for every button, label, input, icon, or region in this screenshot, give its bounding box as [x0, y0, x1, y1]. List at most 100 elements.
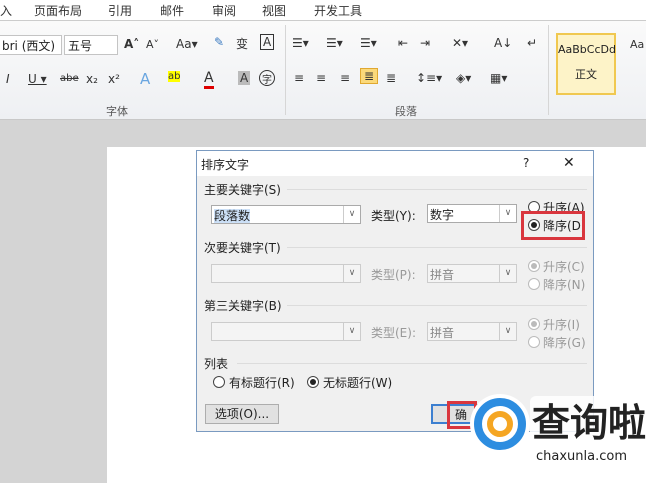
- style-normal[interactable]: AaBbCcDd 正文: [556, 33, 616, 95]
- primary-type-value: 数字: [430, 208, 455, 222]
- divider: [287, 247, 587, 248]
- divider: [287, 189, 587, 190]
- tertiary-type-label: 类型(E):: [371, 326, 416, 340]
- justify-icon[interactable]: ≣: [360, 68, 379, 84]
- char-shading-icon[interactable]: A: [238, 71, 251, 85]
- sort-icon[interactable]: A↓: [494, 36, 512, 50]
- secondary-asc-label: 升序(C): [543, 260, 585, 274]
- tab-page-layout[interactable]: 页面布局: [34, 2, 82, 19]
- divider: [285, 25, 286, 115]
- list-label: 列表: [204, 357, 229, 371]
- divider: [548, 25, 549, 115]
- close-button[interactable]: ✕: [563, 155, 575, 171]
- chevron-down-icon: ∨: [343, 323, 360, 340]
- svg-text:查询啦: 查询啦: [532, 401, 646, 445]
- tertiary-desc-radio[interactable]: [528, 336, 540, 348]
- chevron-down-icon: ∨: [499, 205, 516, 222]
- paragraph-group-label: 段落: [395, 105, 417, 118]
- text-effects-icon[interactable]: A: [140, 70, 150, 88]
- tertiary-key-label: 第三关键字(B): [204, 299, 282, 313]
- secondary-type-select[interactable]: 拼音 ∨: [427, 264, 517, 283]
- primary-type-select[interactable]: 数字 ∨: [427, 204, 517, 223]
- enclose-char-icon[interactable]: 字: [259, 70, 275, 86]
- options-button[interactable]: 选项(O)...: [205, 404, 279, 424]
- dialog-titlebar: 排序文字 ? ✕: [197, 151, 593, 176]
- tertiary-key-select[interactable]: ∨: [211, 322, 361, 341]
- underline-icon[interactable]: U ▾: [28, 72, 47, 86]
- decrease-indent-icon[interactable]: ⇤: [398, 36, 408, 50]
- style-preview: AaBbCcDd: [558, 43, 616, 56]
- header-row-radio[interactable]: [213, 376, 225, 388]
- chevron-down-icon: ∨: [499, 323, 516, 340]
- style-next[interactable]: Aa: [630, 38, 644, 51]
- font-size-select[interactable]: 五号: [64, 35, 118, 55]
- primary-type-label: 类型(Y):: [371, 209, 416, 223]
- multilevel-list-icon[interactable]: ☰▾: [360, 36, 377, 50]
- header-row-label: 有标题行(R): [229, 376, 295, 390]
- strikethrough-icon[interactable]: abe: [60, 73, 79, 84]
- borders-icon[interactable]: ▦▾: [490, 71, 507, 85]
- watermark-logo: 查询啦 chaxunla.com: [470, 394, 646, 474]
- superscript-icon[interactable]: x²: [108, 72, 120, 86]
- no-header-row-label: 无标题行(W): [323, 376, 393, 390]
- tertiary-desc-label: 降序(G): [543, 336, 586, 350]
- chinese-layout-icon[interactable]: ✕▾: [452, 36, 468, 50]
- align-right-icon[interactable]: ≡: [340, 71, 350, 85]
- phonetic-guide-icon[interactable]: 变: [236, 35, 248, 52]
- tab-developer[interactable]: 开发工具: [314, 2, 362, 19]
- style-name: 正文: [575, 68, 597, 81]
- primary-key-value: 段落数: [214, 209, 251, 223]
- chevron-down-icon: ∨: [499, 265, 516, 282]
- font-name-select[interactable]: bri (西文): [0, 35, 62, 55]
- secondary-asc-radio[interactable]: [528, 260, 540, 272]
- tab-insert[interactable]: 入: [0, 2, 12, 19]
- tertiary-asc-radio[interactable]: [528, 318, 540, 330]
- grow-font-icon[interactable]: A˄: [124, 37, 139, 51]
- secondary-type-value: 拼音: [430, 268, 455, 282]
- tertiary-type-select[interactable]: 拼音 ∨: [427, 322, 517, 341]
- tab-view[interactable]: 视图: [262, 2, 286, 19]
- shading-icon[interactable]: ◈▾: [456, 71, 471, 85]
- secondary-type-label: 类型(P):: [371, 268, 416, 282]
- font-color-icon[interactable]: A: [204, 70, 214, 89]
- dialog-title: 排序文字: [201, 158, 250, 172]
- tertiary-asc-label: 升序(I): [543, 318, 580, 332]
- sort-text-dialog: 排序文字 ? ✕ 主要关键字(S) 段落数 ∨ 类型(Y): 数字 ∨ 升序(A) …: [196, 150, 594, 432]
- divider: [287, 305, 587, 306]
- distributed-icon[interactable]: ≣: [386, 71, 396, 85]
- help-button[interactable]: ?: [523, 156, 529, 170]
- tab-mailings[interactable]: 邮件: [160, 2, 184, 19]
- divider: [237, 363, 587, 364]
- svg-text:chaxunla.com: chaxunla.com: [536, 449, 627, 464]
- highlight-box: [521, 211, 585, 240]
- tab-references[interactable]: 引用: [108, 2, 132, 19]
- align-left-icon[interactable]: ≡: [294, 71, 304, 85]
- numbering-icon[interactable]: ☰▾: [326, 36, 343, 50]
- shrink-font-icon[interactable]: A˅: [146, 38, 159, 51]
- tertiary-type-value: 拼音: [430, 326, 455, 340]
- primary-key-select[interactable]: 段落数 ∨: [211, 205, 361, 224]
- show-marks-icon[interactable]: ↵: [527, 36, 537, 50]
- secondary-desc-radio[interactable]: [528, 278, 540, 290]
- char-border-icon[interactable]: A: [260, 34, 275, 50]
- line-spacing-icon[interactable]: ↕≡▾: [416, 71, 442, 85]
- tab-review[interactable]: 审阅: [212, 2, 236, 19]
- no-header-row-radio[interactable]: [307, 376, 319, 388]
- clear-format-icon[interactable]: ✎: [214, 35, 224, 49]
- ribbon: bri (西文) 五号 A˄ A˅ Aa▾ ✎ 变 A I U ▾ abe x₂…: [0, 21, 646, 120]
- font-group-label: 字体: [106, 105, 128, 118]
- change-case-icon[interactable]: Aa▾: [176, 37, 198, 51]
- bullets-icon[interactable]: ☰▾: [292, 36, 309, 50]
- align-center-icon[interactable]: ≡: [316, 71, 326, 85]
- secondary-desc-label: 降序(N): [543, 278, 586, 292]
- secondary-key-select[interactable]: ∨: [211, 264, 361, 283]
- secondary-key-label: 次要关键字(T): [204, 241, 281, 255]
- italic-icon[interactable]: I: [6, 72, 10, 86]
- subscript-icon[interactable]: x₂: [86, 72, 98, 86]
- chevron-down-icon: ∨: [343, 206, 360, 223]
- ribbon-tabs: 入 页面布局 引用 邮件 审阅 视图 开发工具: [0, 0, 646, 21]
- chaxunla-logo-icon: 查询啦 chaxunla.com: [470, 394, 646, 464]
- increase-indent-icon[interactable]: ⇥: [420, 36, 430, 50]
- highlight-icon[interactable]: ab: [168, 71, 181, 82]
- chevron-down-icon: ∨: [343, 265, 360, 282]
